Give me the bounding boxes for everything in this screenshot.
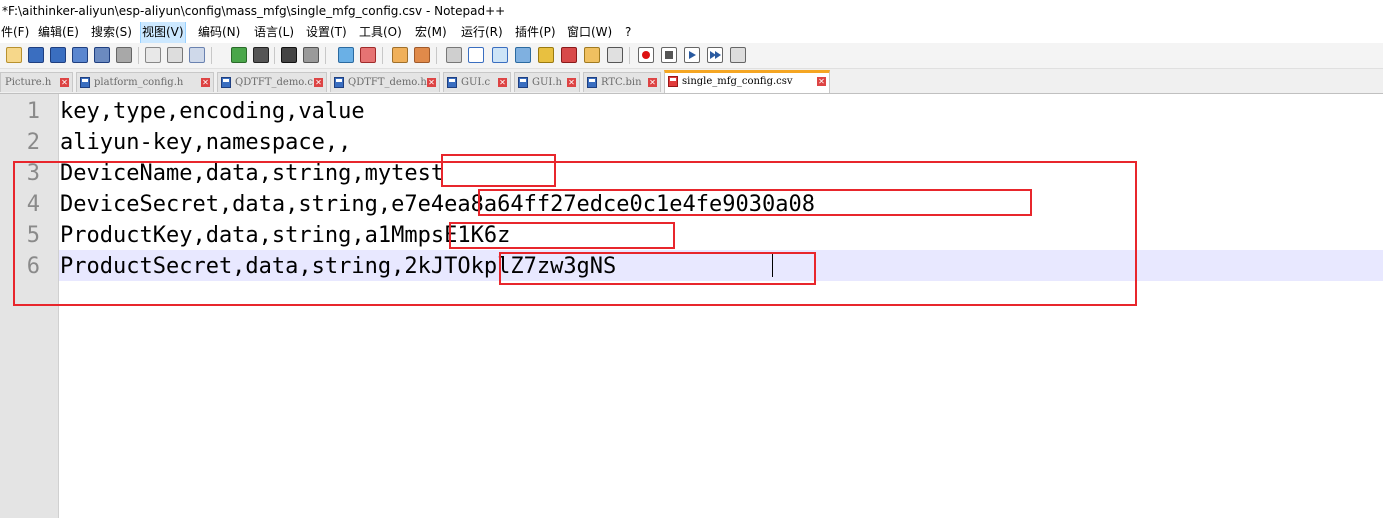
save-macro-icon[interactable] [730,47,746,63]
undo-icon[interactable] [231,47,247,63]
menu-file[interactable]: 件(F) [0,22,30,43]
tab-label: GUI.h [532,77,562,88]
menu-macro[interactable]: 宏(M) [414,22,448,43]
close-icon[interactable]: ✕ [427,78,436,87]
sync-h-icon[interactable] [414,47,430,63]
function-list-icon[interactable] [561,47,577,63]
print-icon[interactable] [145,47,161,63]
menu-language[interactable]: 语言(L) [253,22,295,43]
folder-workspace-icon[interactable] [584,47,600,63]
tab-qdtft-demo-h[interactable]: QDTFT_demo.h ✕ [330,72,440,92]
file-icon [587,77,597,88]
indent-guide-icon[interactable] [492,47,508,63]
all-chars-icon[interactable] [468,47,484,63]
close-icon[interactable]: ✕ [817,77,826,86]
stop-record-icon[interactable] [661,47,677,63]
tab-rtc-bin[interactable]: RTC.bin ✕ [583,72,661,92]
close-icon[interactable]: ✕ [498,78,507,87]
line-number: 1 [26,99,40,124]
highlight-box-device-secret [478,189,1032,216]
save-all-icon[interactable] [72,47,88,63]
word-wrap-icon[interactable] [446,47,462,63]
save-icon[interactable] [50,47,66,63]
close-icon[interactable]: ✕ [201,78,210,87]
zoom-out-icon[interactable] [360,47,376,63]
tab-picture-h[interactable]: Picture.h ✕ [0,72,73,92]
close-icon[interactable]: ✕ [648,78,657,87]
window-title: *F:\aithinker-aliyun\esp-aliyun\config\m… [0,0,1383,22]
menu-tools[interactable]: 工具(O) [358,22,403,43]
new-file-icon[interactable] [6,47,22,63]
file-icon [518,77,528,88]
code-line: aliyun-key,namespace,, [60,130,352,155]
tab-label: Picture.h [5,77,52,88]
tab-bar: Picture.h ✕ platform_config.h ✕ QDTFT_de… [0,69,1383,94]
copy-icon[interactable] [189,47,205,63]
tab-label: platform_config.h [94,77,184,88]
text-editor[interactable]: 1 2 3 4 5 6 key,type,encoding,value aliy… [0,94,1383,518]
zoom-in-icon[interactable] [338,47,354,63]
replace-icon[interactable] [303,47,319,63]
tab-qdtft-demo-c[interactable]: QDTFT_demo.c ✕ [217,72,327,92]
record-macro-icon[interactable] [638,47,654,63]
highlight-box-product-secret [499,252,816,285]
tab-single-mfg-config-csv[interactable]: single_mfg_config.csv ✕ [664,70,830,93]
tab-label: QDTFT_demo.h [348,77,427,88]
find-icon[interactable] [281,47,297,63]
menu-bar: 件(F) 编辑(E) 搜索(S) 视图(V) 编码(N) 语言(L) 设置(T)… [0,22,1383,43]
doc-map-icon[interactable] [538,47,554,63]
tab-platform-config-h[interactable]: platform_config.h ✕ [76,72,214,92]
close-icon[interactable]: ✕ [314,78,323,87]
tab-label: single_mfg_config.csv [682,76,793,87]
menu-window[interactable]: 窗口(W) [566,22,613,43]
redo-icon[interactable] [253,47,269,63]
highlight-box-device-name [441,154,556,187]
line-number-gutter: 1 2 3 4 5 6 [0,94,59,518]
play-macro-icon[interactable] [684,47,700,63]
tab-label: GUI.c [461,77,491,88]
menu-encoding[interactable]: 编码(N) [197,22,241,43]
menu-help[interactable]: ? [624,22,632,43]
file-icon [668,76,678,87]
tab-label: QDTFT_demo.c [235,77,313,88]
run-macro-multiple-icon[interactable] [707,47,723,63]
close-icon[interactable]: ✕ [567,78,576,87]
file-icon [221,77,231,88]
menu-view[interactable]: 视图(V) [140,22,186,43]
line-number: 2 [26,130,40,155]
close-icon[interactable] [94,47,110,63]
open-file-icon[interactable] [28,47,44,63]
udl-icon[interactable] [515,47,531,63]
close-all-icon[interactable] [116,47,132,63]
monitor-icon[interactable] [607,47,623,63]
menu-plugins[interactable]: 插件(P) [514,22,557,43]
code-line: key,type,encoding,value [60,99,365,124]
file-icon [447,77,457,88]
menu-search[interactable]: 搜索(S) [90,22,133,43]
menu-settings[interactable]: 设置(T) [305,22,348,43]
file-icon [80,77,90,88]
toolbar [0,43,1383,69]
highlight-box-product-key [449,222,675,249]
tab-label: RTC.bin [601,77,642,88]
tab-gui-h[interactable]: GUI.h ✕ [514,72,580,92]
close-icon[interactable]: ✕ [60,78,69,87]
tab-gui-c[interactable]: GUI.c ✕ [443,72,511,92]
cut-icon[interactable] [167,47,183,63]
menu-run[interactable]: 运行(R) [460,22,504,43]
file-icon [334,77,344,88]
menu-edit[interactable]: 编辑(E) [37,22,80,43]
sync-v-icon[interactable] [392,47,408,63]
